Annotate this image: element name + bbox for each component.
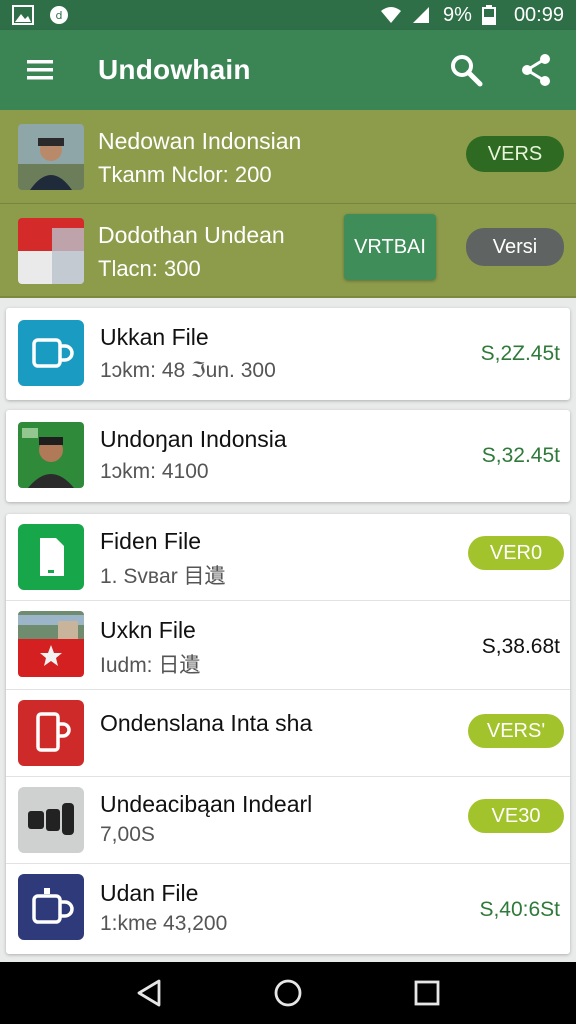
item-title: Uxkn File <box>100 617 196 643</box>
battery-percent: 9% <box>443 3 472 26</box>
wifi-icon <box>379 5 402 25</box>
version-badge[interactable]: Versi <box>466 228 564 266</box>
version-badge[interactable]: VERS' <box>468 714 564 748</box>
file-card[interactable]: Ukkan File 1ↄkm: 48 ℑun. 300 S,2Z.45t <box>6 308 570 400</box>
menu-icon[interactable] <box>22 52 58 88</box>
share-icon[interactable] <box>518 52 554 88</box>
status-bar: d 9% 00:99 <box>0 0 576 30</box>
item-subtitle: 1ↄkm: 4100 <box>100 460 209 483</box>
featured-section: Nedowan Indonsian Tkanm Nclor: 200 VERS … <box>0 110 576 298</box>
item-title: Undoŋan Indonsia <box>100 426 287 452</box>
list-item[interactable]: Uxkn File Iudm: 日遺 S,38.68t <box>6 601 570 689</box>
search-icon[interactable] <box>448 52 484 88</box>
clock: 00:99 <box>513 3 564 26</box>
notification-icon: d <box>48 5 70 25</box>
version-badge[interactable]: VER0 <box>468 536 564 570</box>
app-bar: Undowhain <box>0 30 576 110</box>
featured-title: Nedowan Indonsian <box>98 128 302 154</box>
version-badge[interactable]: VE30 <box>468 799 564 833</box>
recents-square-icon[interactable] <box>409 975 445 1011</box>
item-price: S,2Z.45t <box>480 342 560 365</box>
item-subtitle: 1:kme 43,200 <box>100 912 228 935</box>
action-button[interactable]: VRTBAI <box>344 214 436 280</box>
item-title: Ukkan File <box>100 324 209 350</box>
featured-subtitle: Tkanm Nclor: 200 <box>98 162 272 187</box>
file-list: Fiden File 1. Svвar 目遺 VER0 Uxkn File Iu… <box>6 514 570 954</box>
item-subtitle: 1ↄkm: 48 ℑun. 300 <box>100 359 276 382</box>
speaker-app-icon <box>18 787 84 853</box>
featured-title: Dodothan Undean <box>98 222 285 248</box>
list-item[interactable]: Fiden File 1. Svвar 目遺 VER0 <box>6 514 570 600</box>
file-card[interactable]: Undoŋan Indonsia 1ↄkm: 4100 S,32.45t <box>6 410 570 502</box>
home-circle-icon[interactable] <box>270 975 306 1011</box>
item-title: Undeacibąan Indearl <box>100 791 313 817</box>
system-nav-bar <box>0 962 576 1024</box>
phone-app-icon <box>18 700 84 766</box>
item-subtitle: Iudm: 日遺 <box>100 654 201 677</box>
back-triangle-icon[interactable] <box>131 975 167 1011</box>
item-subtitle: 1. Svвar 目遺 <box>100 565 226 588</box>
item-price: S,38.68t <box>481 635 560 658</box>
list-item[interactable]: Undeacibąan Indearl 7,00S VE30 <box>6 777 570 863</box>
app-title: Undowhain <box>98 54 251 85</box>
flag-scene-thumbnail <box>18 611 84 677</box>
featured-subtitle: Tlacn: 300 <box>98 256 201 281</box>
item-title: Udan File <box>100 880 199 906</box>
cup-app-icon <box>18 874 84 940</box>
item-title: Ondenslana Inta sha <box>100 710 313 736</box>
version-badge[interactable]: VERS <box>466 136 564 172</box>
cup-app-icon <box>18 320 84 386</box>
flag-thumbnail <box>18 218 84 284</box>
item-price: S,40:6St <box>479 898 560 921</box>
item-price: S,32.45t <box>481 444 560 467</box>
person-photo-thumbnail <box>18 422 84 488</box>
list-item[interactable]: Udan File 1:kme 43,200 S,40:6St <box>6 864 570 954</box>
featured-item[interactable]: Nedowan Indonsian Tkanm Nclor: 200 VERS <box>0 110 576 204</box>
featured-item[interactable]: Dodothan Undean Tlacn: 300 VRTBAI Versi <box>0 204 576 298</box>
svg-text:d: d <box>56 9 63 22</box>
item-title: Fiden File <box>100 528 201 554</box>
person-photo-thumbnail <box>18 124 84 190</box>
item-subtitle: 7,00S <box>100 823 155 846</box>
signal-icon <box>411 5 433 25</box>
list-item[interactable]: Ondenslana Inta sha VERS' <box>6 690 570 776</box>
phone-app-icon <box>18 524 84 590</box>
battery-icon <box>481 5 504 25</box>
gallery-icon <box>12 5 34 25</box>
